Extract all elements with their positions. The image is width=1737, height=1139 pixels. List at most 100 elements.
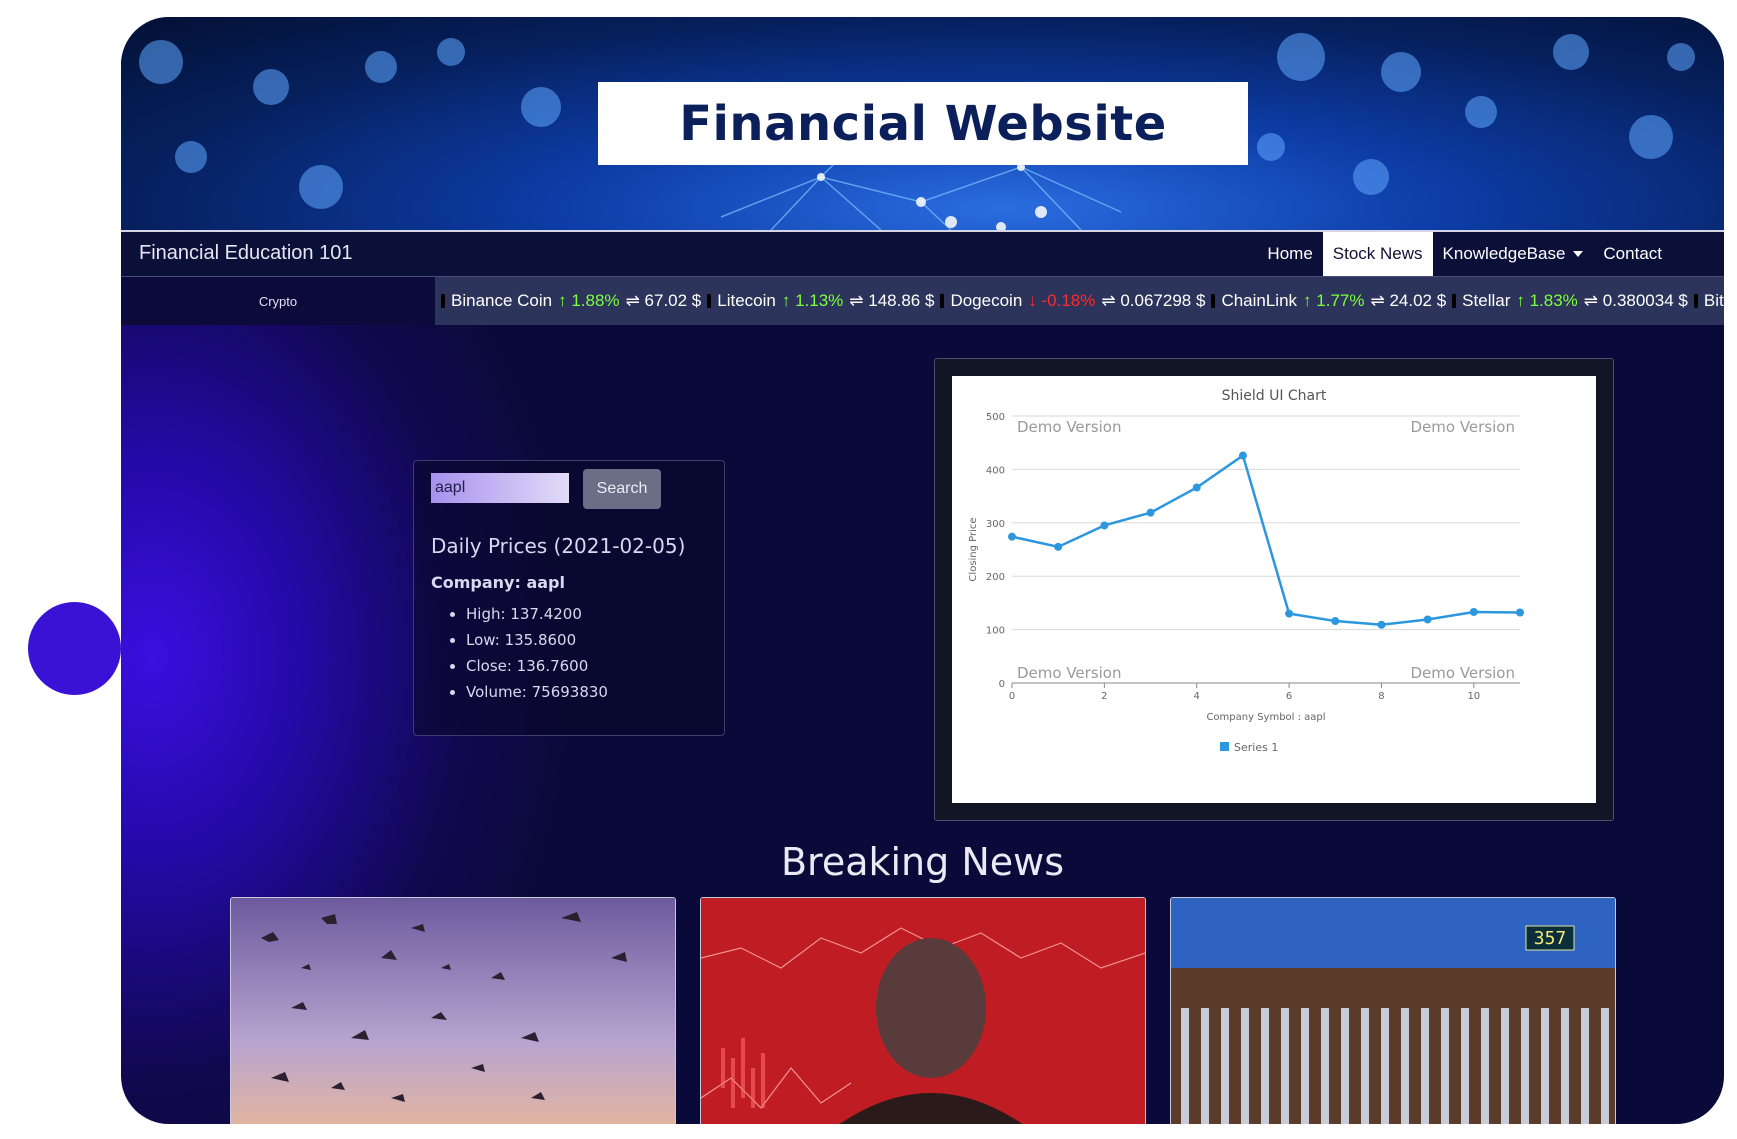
border-fence-image: 357 <box>1171 898 1615 1124</box>
data-point <box>1423 615 1432 624</box>
ticker-price: ⇌ 0.380034 $ <box>1583 291 1688 310</box>
line-chart: Shield UI Chart 0 100 200 300 400 500 0 2 4 6 8 10 Cl… <box>968 388 1524 754</box>
caret-down-icon <box>1573 251 1584 257</box>
ticker-coin-name: Litecoin <box>717 291 776 310</box>
birds-flock-image <box>231 898 675 1124</box>
x-tick-label: 4 <box>1194 691 1200 702</box>
watermark-text: Demo Version <box>1411 418 1516 436</box>
crypto-ticker: Crypto Binance Coin ↑ 1.88% ⇌ 67.02 $ Litec… <box>121 277 1724 325</box>
ticker-label: Crypto <box>121 277 435 325</box>
nav-home[interactable]: Home <box>1257 232 1322 276</box>
ticker-coin-name: Stellar <box>1462 291 1511 310</box>
stat-volume: Volume: 75693830 <box>466 679 608 705</box>
x-tick-label: 10 <box>1467 691 1480 702</box>
chart-title: Shield UI Chart <box>1222 388 1327 404</box>
ticker-item: ChainLink ↑ 1.77% ⇌ 24.02 $ <box>1221 291 1446 311</box>
watermark-text: Demo Version <box>1411 664 1516 682</box>
main-navbar: Financial Education 101 Home Stock News … <box>121 230 1724 277</box>
stock-search-card: Search Daily Prices (2021-02-05) Company… <box>413 460 725 736</box>
ticker-track: Binance Coin ↑ 1.88% ⇌ 67.02 $ Litecoin ↑ 1.… <box>435 277 1724 325</box>
ticker-change-value: 1.88% <box>566 291 620 310</box>
x-tick-label: 2 <box>1101 691 1107 702</box>
legend-label: Series 1 <box>1234 741 1278 754</box>
data-point <box>1377 620 1386 629</box>
ticker-change: ↑ 1.83% <box>1516 291 1577 311</box>
data-point <box>1331 617 1340 626</box>
ticker-separator <box>707 294 712 308</box>
price-stats-list: High: 137.4200 Low: 135.8600 Close: 136.… <box>448 601 608 705</box>
ticker-separator <box>1452 294 1457 308</box>
x-tick-label: 0 <box>1009 691 1015 702</box>
chart-area: Shield UI Chart 0 100 200 300 400 500 0 2 4 6 8 10 Cl… <box>952 376 1596 803</box>
ticker-item: Stellar ↑ 1.83% ⇌ 0.380034 $ <box>1462 291 1688 311</box>
news-card-1[interactable] <box>230 897 676 1124</box>
ticker-change-value: 1.83% <box>1524 291 1578 310</box>
watermark-text: Demo Version <box>1017 418 1122 436</box>
y-tick-label: 300 <box>986 519 1005 530</box>
ticker-change-value: 1.13% <box>790 291 844 310</box>
news-card-3[interactable]: 357 <box>1170 897 1616 1124</box>
nav-knowledgebase[interactable]: KnowledgeBase <box>1433 232 1594 276</box>
ticker-item: Bitc <box>1704 291 1724 311</box>
x-axis-label: Company Symbol : aapl <box>1206 712 1325 723</box>
ticker-change: ↑ 1.13% <box>782 291 843 311</box>
navbar-brand[interactable]: Financial Education 101 <box>139 242 352 265</box>
breaking-news-heading: Breaking News <box>780 840 1065 884</box>
fence-sign-text: 357 <box>1534 928 1567 949</box>
data-point <box>1054 542 1063 551</box>
daily-prices-heading: Daily Prices (2021-02-05) <box>431 534 686 558</box>
x-tick-label: 8 <box>1378 691 1384 702</box>
y-tick-label: 100 <box>986 626 1005 637</box>
nav-stock-news[interactable]: Stock News <box>1322 232 1433 276</box>
nav-menu: Home Stock News KnowledgeBase Contact <box>1257 232 1672 276</box>
ticker-price: ⇌ 24.02 $ <box>1370 291 1447 310</box>
ticker-separator <box>940 294 945 308</box>
stat-close: Close: 136.7600 <box>466 653 608 679</box>
ticker-price: ⇌ 0.067298 $ <box>1101 291 1206 310</box>
ticker-coin-name: ChainLink <box>1221 291 1298 310</box>
ticker-item: Dogecoin ↓ -0.18% ⇌ 0.067298 $ <box>950 291 1205 311</box>
ticker-price: ⇌ 148.86 $ <box>849 291 935 310</box>
data-point <box>1285 609 1294 618</box>
site-title: Financial Website <box>679 95 1167 152</box>
symbol-search-input[interactable] <box>431 473 569 503</box>
ticker-coin-name: Binance Coin <box>451 291 553 310</box>
hero-banner: Financial Website <box>121 17 1724 230</box>
data-point <box>1516 608 1524 617</box>
ticker-item: Litecoin ↑ 1.13% ⇌ 148.86 $ <box>717 291 934 311</box>
stock-market-man-image <box>701 898 1145 1124</box>
watermark-text: Demo Version <box>1017 664 1122 682</box>
stat-low: Low: 135.8600 <box>466 627 608 653</box>
ticker-separator <box>1693 294 1698 308</box>
data-point <box>1146 508 1155 517</box>
chart-panel: Shield UI Chart 0 100 200 300 400 500 0 2 4 6 8 10 Cl… <box>934 358 1614 821</box>
stat-high: High: 137.4200 <box>466 601 608 627</box>
ticker-change: ↓ -0.18% <box>1028 291 1095 311</box>
ticker-item: Binance Coin ↑ 1.88% ⇌ 67.02 $ <box>451 291 701 311</box>
ticker-change: ↑ 1.77% <box>1303 291 1364 311</box>
data-point <box>1192 483 1201 492</box>
y-tick-label: 500 <box>986 412 1005 423</box>
arrow-up-icon: ↑ <box>1303 291 1312 310</box>
legend-swatch <box>1220 742 1229 751</box>
search-button[interactable]: Search <box>583 469 661 509</box>
data-point <box>1469 607 1478 616</box>
ticker-separator <box>441 294 445 308</box>
browser-frame: Financial Website Financial Education 10… <box>121 17 1724 1124</box>
ticker-separator <box>1211 294 1216 308</box>
news-card-2[interactable] <box>700 897 1146 1124</box>
ticker-price: ⇌ 67.02 $ <box>625 291 702 310</box>
y-tick-label: 200 <box>986 572 1005 583</box>
decorative-circle <box>28 602 121 695</box>
x-tick-label: 6 <box>1286 691 1292 702</box>
series-line <box>1011 453 1521 627</box>
nav-contact[interactable]: Contact <box>1593 232 1672 276</box>
ticker-change: ↑ 1.88% <box>558 291 619 311</box>
banner-title-box: Financial Website <box>598 82 1248 165</box>
y-axis-label: Closing Price <box>968 517 979 581</box>
arrow-down-icon: ↓ <box>1028 291 1037 310</box>
ticker-change-value: 1.77% <box>1311 291 1365 310</box>
data-point <box>1100 521 1109 530</box>
ticker-coin-name: Bitc <box>1703 291 1724 310</box>
company-label: Company: aapl <box>431 573 565 592</box>
